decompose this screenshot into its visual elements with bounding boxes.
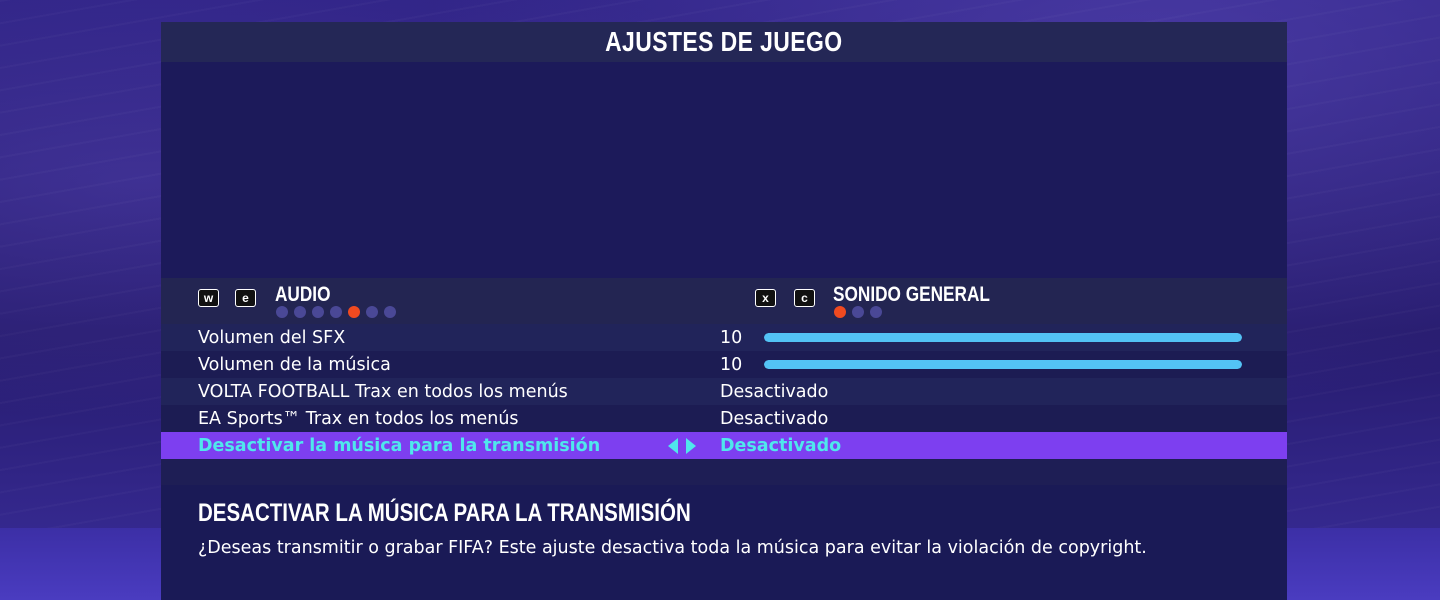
description-panel: DESACTIVAR LA MÚSICA PARA LA TRANSMISIÓN… xyxy=(161,485,1287,600)
key-c-icon[interactable]: c xyxy=(794,289,815,307)
sfx-volume-slider[interactable] xyxy=(764,333,1242,342)
arrow-left-icon[interactable] xyxy=(668,438,678,454)
list-spacer xyxy=(161,459,1287,485)
description-title: DESACTIVAR LA MÚSICA PARA LA TRANSMISIÓN xyxy=(198,499,691,527)
key-w-icon[interactable]: w xyxy=(198,289,219,307)
setting-value: Desactivado xyxy=(720,408,829,429)
setting-row-music-volume[interactable]: Volumen de la música 10 xyxy=(161,351,1287,378)
subcategory-page-dots xyxy=(834,306,882,318)
tab-header: w e AUDIO x c SONIDO GENERAL xyxy=(161,278,1287,324)
setting-label: EA Sports™ Trax en todos los menús xyxy=(198,408,519,429)
setting-label: Volumen del SFX xyxy=(198,327,346,348)
slider-fill xyxy=(764,333,1242,342)
key-x-icon[interactable]: x xyxy=(755,289,776,307)
page-dot xyxy=(366,306,378,318)
tab-sonido-general[interactable]: SONIDO GENERAL xyxy=(833,283,990,307)
setting-row-volta-trax[interactable]: VOLTA FOOTBALL Trax en todos los menús D… xyxy=(161,378,1287,405)
page-dot xyxy=(384,306,396,318)
page-dot xyxy=(330,306,342,318)
music-volume-slider[interactable] xyxy=(764,360,1242,369)
setting-row-sfx-volume[interactable]: Volumen del SFX 10 xyxy=(161,324,1287,351)
page-dot xyxy=(852,306,864,318)
description-text: ¿Deseas transmitir o grabar FIFA? Este a… xyxy=(198,538,1147,558)
page-dot xyxy=(312,306,324,318)
setting-value: 10 xyxy=(720,354,743,375)
category-page-dots xyxy=(276,306,396,318)
key-e-icon[interactable]: e xyxy=(235,289,256,307)
setting-value: Desactivado xyxy=(720,381,829,402)
setting-label: Volumen de la música xyxy=(198,354,391,375)
setting-row-ea-trax[interactable]: EA Sports™ Trax en todos los menús Desac… xyxy=(161,405,1287,432)
settings-panel: AJUSTES DE JUEGO w e AUDIO x c SONIDO GE… xyxy=(161,22,1287,600)
page-dot xyxy=(276,306,288,318)
setting-value: Desactivado xyxy=(720,435,842,456)
title-bar: AJUSTES DE JUEGO xyxy=(161,22,1287,62)
settings-list: Volumen del SFX 10 Volumen de la música … xyxy=(161,324,1287,459)
preview-area xyxy=(161,62,1287,278)
tab-audio[interactable]: AUDIO xyxy=(275,283,330,307)
page-dot xyxy=(294,306,306,318)
page-dot-active xyxy=(834,306,846,318)
page-dot xyxy=(870,306,882,318)
page-title: AJUSTES DE JUEGO xyxy=(605,26,843,57)
option-arrows xyxy=(668,438,696,454)
setting-value: 10 xyxy=(720,327,743,348)
setting-label: Desactivar la música para la transmisión xyxy=(198,435,601,456)
setting-row-stream-music[interactable]: Desactivar la música para la transmisión… xyxy=(161,432,1287,459)
slider-fill xyxy=(764,360,1242,369)
setting-label: VOLTA FOOTBALL Trax en todos los menús xyxy=(198,381,568,402)
page-dot-active xyxy=(348,306,360,318)
arrow-right-icon[interactable] xyxy=(686,438,696,454)
